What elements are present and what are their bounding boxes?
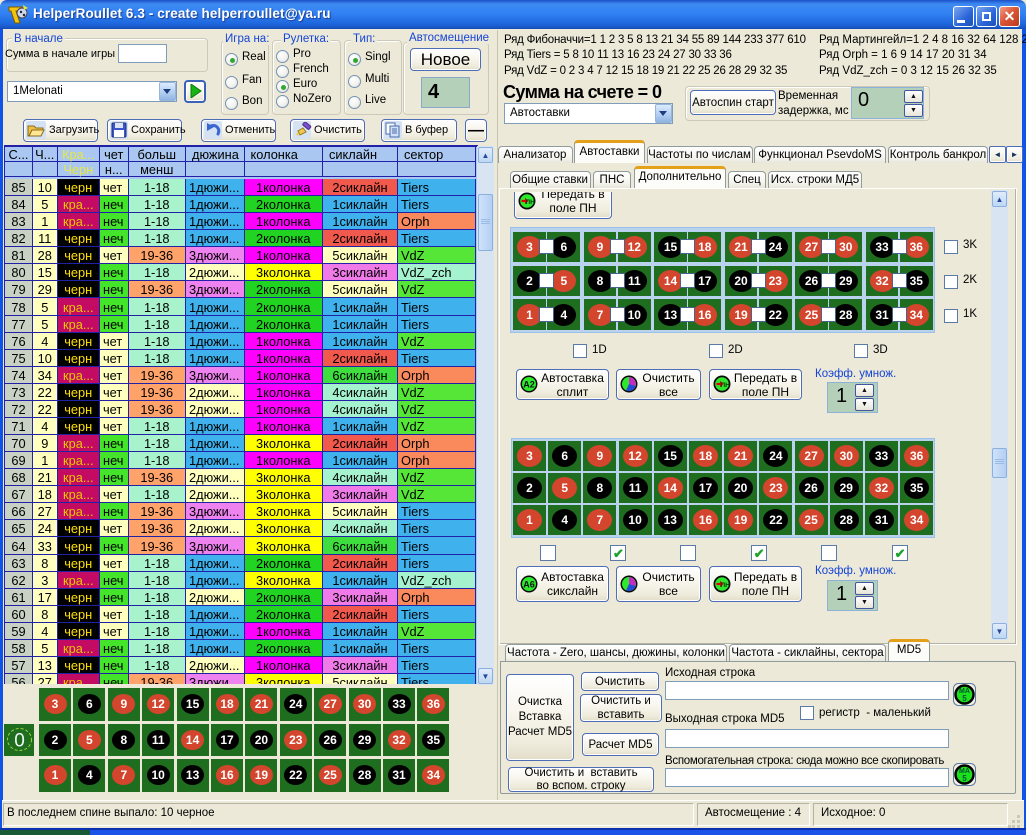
svg-text:5: 5: [962, 694, 967, 703]
svg-text:A2: A2: [523, 380, 535, 390]
svg-text:5: 5: [962, 774, 967, 783]
svg-text:ПН: ПН: [526, 199, 536, 206]
svg-text:ПН: ПН: [721, 382, 731, 389]
svg-text:ПН: ПН: [721, 582, 731, 589]
svg-text:0: 0: [14, 731, 25, 752]
svg-text:A6: A6: [523, 580, 535, 590]
